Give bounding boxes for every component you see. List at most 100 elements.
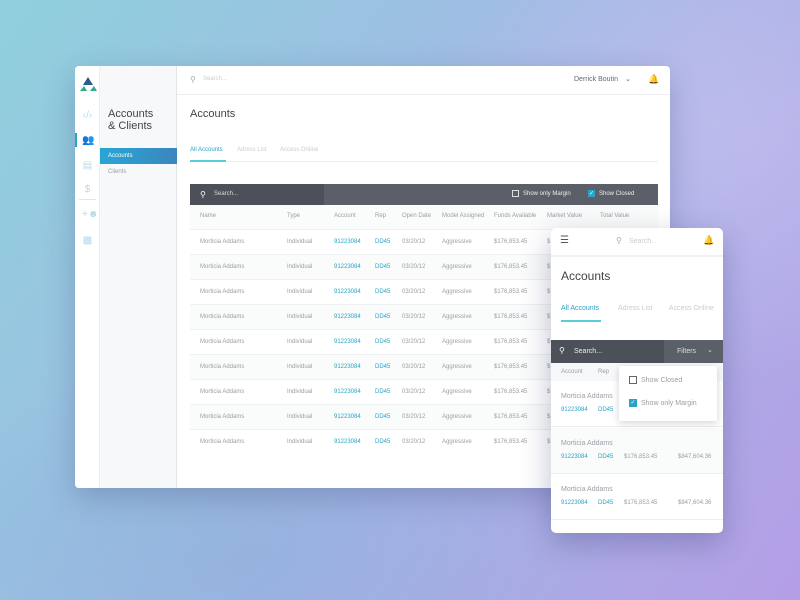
rep-code[interactable]: DD45 bbox=[598, 454, 613, 460]
column-header: Name bbox=[200, 213, 217, 219]
table-cell: Morticia Addams bbox=[200, 264, 245, 270]
search-icon: ⚲ bbox=[616, 236, 622, 245]
table-cell: Morticia Addams bbox=[200, 289, 245, 295]
table-cell[interactable]: DD45 bbox=[375, 264, 390, 270]
table-cell[interactable]: 91223084 bbox=[334, 389, 361, 395]
user-menu[interactable]: Derrick Boutin bbox=[574, 76, 618, 83]
column-header: Rep bbox=[598, 369, 610, 375]
table-cell[interactable]: DD45 bbox=[375, 339, 390, 345]
chevron-down-icon[interactable]: ⌄ bbox=[625, 75, 631, 83]
tab-adress-list[interactable]: Adress List bbox=[237, 147, 267, 153]
table-cell[interactable]: 91223084 bbox=[334, 439, 361, 445]
account-number[interactable]: 91223084 bbox=[561, 407, 588, 413]
client-name: Morticia Addams bbox=[561, 393, 613, 400]
table-cell[interactable]: DD45 bbox=[375, 364, 390, 370]
filters-button[interactable]: Filters bbox=[677, 348, 696, 355]
table-cell: Morticia Addams bbox=[200, 414, 245, 420]
table-cell[interactable]: DD45 bbox=[375, 289, 390, 295]
tab-all-accounts[interactable]: All Accounts bbox=[190, 147, 223, 153]
dollar-icon[interactable]: $ bbox=[82, 184, 93, 195]
list-item[interactable]: Morticia Addams 91223084 DD45 $176,853.45 $8… bbox=[551, 474, 723, 520]
rep-code[interactable]: DD45 bbox=[598, 407, 613, 413]
table-cell: $176,853.45 bbox=[494, 289, 528, 295]
search-input[interactable]: Search... bbox=[203, 76, 227, 82]
tab-access-online[interactable]: Access Online bbox=[280, 147, 318, 153]
sidebar-item-accounts[interactable]: Accounts bbox=[100, 148, 177, 164]
checkbox-checked[interactable]: ✓ bbox=[629, 399, 637, 407]
table-cell[interactable]: 91223084 bbox=[334, 314, 361, 320]
table-cell: 03/20/12 bbox=[402, 414, 426, 420]
bell-icon[interactable]: 🔔 bbox=[703, 235, 714, 246]
table-cell: 03/20/12 bbox=[402, 314, 426, 320]
table-cell: 03/20/12 bbox=[402, 339, 426, 345]
table-cell[interactable]: DD45 bbox=[375, 314, 390, 320]
menu-icon[interactable]: ☰ bbox=[560, 235, 569, 246]
checkbox[interactable] bbox=[512, 190, 519, 197]
table-cell: Aggressive bbox=[442, 264, 472, 270]
table-cell: Morticia Addams bbox=[200, 239, 245, 245]
dropdown-item-show-only-margin[interactable]: ✓ Show only Margin bbox=[629, 399, 697, 407]
table-cell: Individual bbox=[287, 264, 313, 270]
search-input[interactable]: Search... bbox=[629, 238, 657, 245]
table-search[interactable]: ⚲ Search... bbox=[190, 184, 324, 205]
chat-icon[interactable]: ▩ bbox=[82, 235, 93, 246]
table-cell[interactable]: DD45 bbox=[375, 389, 390, 395]
client-name: Morticia Addams bbox=[561, 439, 613, 447]
checkbox[interactable] bbox=[629, 376, 637, 384]
search-icon: ⚲ bbox=[559, 346, 565, 355]
table-cell[interactable]: 91223084 bbox=[334, 364, 361, 370]
table-cell[interactable]: 91223084 bbox=[334, 264, 361, 270]
table-cell: 03/20/12 bbox=[402, 239, 426, 245]
sidebar-item-clients[interactable]: Clients bbox=[100, 165, 177, 181]
column-header: Model Assigned bbox=[442, 213, 485, 219]
table-cell: $ bbox=[547, 264, 551, 270]
funds-available: $176,853.45 bbox=[624, 453, 658, 460]
list-item[interactable]: Morticia Addams 91223084 DD45 $176,853.45 $8… bbox=[551, 427, 723, 474]
search-icon: ⚲ bbox=[200, 190, 206, 199]
tab-access-online[interactable]: Access Online bbox=[669, 305, 714, 312]
checkbox-checked[interactable]: ✓ bbox=[588, 190, 595, 197]
table-cell: 03/20/12 bbox=[402, 364, 426, 370]
search-icon: ⚲ bbox=[190, 75, 196, 84]
table-cell[interactable]: 91223084 bbox=[334, 414, 361, 420]
table-cell: $176,853.45 bbox=[494, 314, 528, 320]
icon-rail: ‹/› 👥 ▤ $ +☻ ▩ bbox=[75, 66, 100, 488]
table-cell[interactable]: DD45 bbox=[375, 239, 390, 245]
table-cell: Aggressive bbox=[442, 389, 472, 395]
table-cell[interactable]: 91223084 bbox=[334, 289, 361, 295]
book-icon[interactable]: ▤ bbox=[82, 160, 93, 171]
table-search[interactable]: ⚲ Search... bbox=[551, 340, 664, 363]
logo-icon bbox=[80, 77, 97, 91]
table-cell[interactable]: 91223084 bbox=[334, 339, 361, 345]
tab-adress-list[interactable]: Adress List bbox=[618, 305, 653, 312]
table-cell: $ bbox=[547, 339, 551, 345]
table-cell[interactable]: DD45 bbox=[375, 414, 390, 420]
add-user-icon[interactable]: +☻ bbox=[82, 209, 98, 220]
table-cell: 03/20/12 bbox=[402, 264, 426, 270]
account-number[interactable]: 91223084 bbox=[561, 454, 588, 460]
filter-show-closed[interactable]: ✓ Show Closed bbox=[588, 190, 634, 197]
divider bbox=[190, 161, 658, 162]
filter-show-only-margin[interactable]: Show only Margin bbox=[512, 190, 571, 197]
code-icon[interactable]: ‹/› bbox=[82, 110, 93, 121]
table-cell: $ bbox=[547, 314, 551, 320]
table-cell: Individual bbox=[287, 364, 313, 370]
bell-icon[interactable]: 🔔 bbox=[648, 74, 659, 85]
table-cell: $ bbox=[547, 289, 551, 295]
table-search-input[interactable]: Search... bbox=[574, 348, 602, 355]
tab-all-accounts[interactable]: All Accounts bbox=[561, 305, 599, 312]
table-cell: Individual bbox=[287, 339, 313, 345]
rep-code[interactable]: DD45 bbox=[598, 500, 613, 506]
table-cell[interactable]: 91223084 bbox=[334, 239, 361, 245]
users-icon[interactable]: 👥 bbox=[82, 135, 94, 146]
active-indicator bbox=[75, 133, 77, 147]
table-search-input[interactable]: Search... bbox=[214, 191, 238, 197]
column-header: Type bbox=[287, 213, 301, 219]
chevron-down-icon[interactable]: ⌄ bbox=[707, 346, 713, 354]
total-value: $847,604.36 bbox=[678, 453, 712, 460]
dropdown-item-show-closed[interactable]: Show Closed bbox=[629, 376, 682, 384]
account-number[interactable]: 91223084 bbox=[561, 500, 588, 506]
table-cell: $ bbox=[547, 239, 551, 245]
table-cell[interactable]: DD45 bbox=[375, 439, 390, 445]
table-cell: $176,853.45 bbox=[494, 264, 528, 270]
